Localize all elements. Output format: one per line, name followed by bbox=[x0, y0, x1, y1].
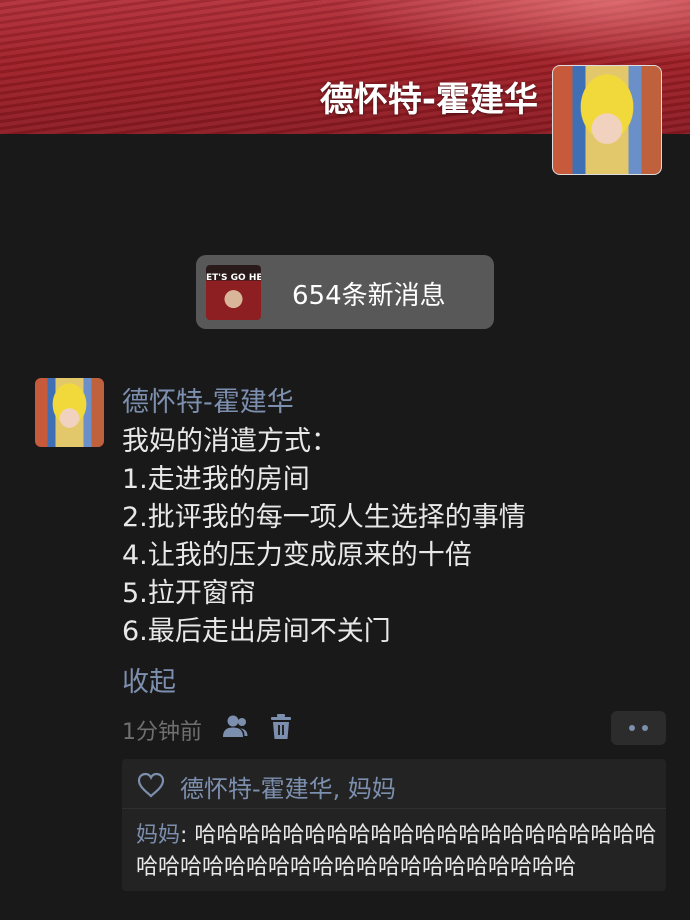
comment-text: 哈哈哈哈哈哈哈哈哈哈哈哈哈哈哈哈哈哈哈哈哈哈哈哈哈哈哈哈哈哈哈哈哈哈哈哈哈哈哈哈… bbox=[136, 823, 657, 880]
post-line: 2.批评我的每一项人生选择的事情 bbox=[122, 502, 526, 533]
new-messages-label: 654条新消息 bbox=[292, 281, 446, 311]
post-author-avatar[interactable] bbox=[35, 378, 104, 447]
post-line: 5.拉开窗帘 bbox=[122, 578, 256, 609]
post-line: 6.最后走出房间不关门 bbox=[122, 616, 391, 647]
post-line: 4.让我的压力变成原来的十倍 bbox=[122, 540, 472, 571]
friends-icon[interactable] bbox=[220, 712, 250, 742]
post-author-name[interactable]: 德怀特-霍建华 bbox=[122, 380, 294, 419]
post-line: 我妈的消遣方式： bbox=[122, 426, 338, 457]
heart-icon bbox=[136, 771, 166, 799]
comment[interactable]: 妈妈: 哈哈哈哈哈哈哈哈哈哈哈哈哈哈哈哈哈哈哈哈哈哈哈哈哈哈哈哈哈哈哈哈哈哈哈哈… bbox=[136, 820, 662, 884]
post-timestamp: 1分钟前 bbox=[122, 720, 202, 745]
trash-icon[interactable] bbox=[266, 712, 296, 742]
more-dot bbox=[642, 725, 648, 731]
new-message-sender-avatar: ET'S GO HEA bbox=[206, 265, 261, 320]
profile-avatar[interactable] bbox=[552, 65, 662, 175]
post-body: 我妈的消遣方式： 1.走进我的房间 2.批评我的每一项人生选择的事情 4.让我的… bbox=[122, 423, 662, 651]
more-dots-icon[interactable] bbox=[611, 711, 666, 745]
profile-name: 德怀特-霍建华 bbox=[319, 80, 538, 120]
comment-separator: : bbox=[180, 823, 195, 848]
likers-list[interactable]: 德怀特-霍建华, 妈妈 bbox=[180, 769, 396, 804]
avatar-caption: ET'S GO HEA bbox=[206, 273, 261, 283]
new-messages-button[interactable]: ET'S GO HEA 654条新消息 bbox=[196, 255, 494, 329]
post-line: 1.走进我的房间 bbox=[122, 464, 310, 495]
interaction-panel: 德怀特-霍建华, 妈妈 妈妈: 哈哈哈哈哈哈哈哈哈哈哈哈哈哈哈哈哈哈哈哈哈哈哈哈… bbox=[122, 759, 666, 891]
divider bbox=[122, 808, 666, 809]
collapse-link[interactable]: 收起 bbox=[122, 660, 176, 699]
more-dot bbox=[629, 725, 635, 731]
comment-author[interactable]: 妈妈 bbox=[136, 823, 180, 848]
